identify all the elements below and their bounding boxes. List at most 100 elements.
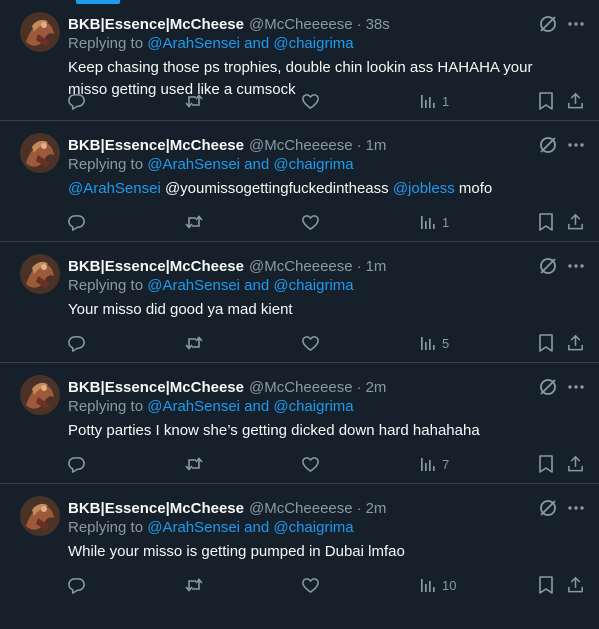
- user-handle[interactable]: @McCheeeese: [249, 500, 353, 517]
- reply-icon[interactable]: [67, 454, 86, 474]
- mention-link[interactable]: @jobless: [393, 180, 455, 197]
- tweet-text-segment: @youmissogettingfuckedintheass: [160, 180, 393, 197]
- views-button[interactable]: 10: [420, 575, 456, 595]
- share-icon[interactable]: [566, 91, 585, 111]
- tweet-header: BKB|Essence|McCheese @McCheeeese · 2m: [68, 497, 519, 519]
- tweet-header: BKB|Essence|McCheese @McCheeeese · 38s: [68, 13, 519, 35]
- like-icon[interactable]: [301, 91, 320, 111]
- tweet-header: BKB|Essence|McCheese @McCheeeese · 1m: [68, 134, 519, 156]
- views-icon: [420, 213, 436, 231]
- separator: ·: [356, 378, 362, 396]
- avatar[interactable]: [20, 12, 60, 52]
- reply-icon[interactable]: [67, 333, 86, 353]
- avatar[interactable]: [20, 496, 60, 536]
- replying-users-link[interactable]: @ArahSensei and @chaigrima: [147, 519, 353, 536]
- replying-prefix: Replying to: [68, 277, 144, 294]
- more-options-icon[interactable]: [566, 256, 586, 276]
- reply-tweet[interactable]: BKB|Essence|McCheese @McCheeeese · 38s Reply…: [0, 0, 599, 121]
- views-count: 5: [442, 335, 450, 351]
- views-icon: [420, 334, 436, 352]
- share-icon[interactable]: [566, 212, 585, 232]
- replying-to: Replying to @ArahSensei and @chaigrima: [68, 398, 354, 415]
- tweet-text-segment: Potty parties I know she’s getting dicke…: [68, 422, 480, 439]
- bookmark-icon[interactable]: [537, 454, 555, 474]
- not-interested-icon[interactable]: [538, 256, 558, 276]
- views-button[interactable]: 7: [420, 454, 449, 474]
- not-interested-icon[interactable]: [538, 377, 558, 397]
- display-name[interactable]: BKB|Essence|McCheese: [68, 16, 244, 33]
- mention-link[interactable]: @ArahSensei: [68, 180, 161, 197]
- reply-tweet[interactable]: BKB|Essence|McCheese @McCheeeese · 1m Replyi…: [0, 121, 599, 242]
- views-button[interactable]: 5: [420, 333, 449, 353]
- views-icon: [420, 92, 436, 110]
- display-name[interactable]: BKB|Essence|McCheese: [68, 258, 244, 275]
- views-count: 10: [442, 577, 457, 593]
- views-count: 7: [442, 456, 450, 472]
- tweet-text: @ArahSensei @youmissogettingfuckedinthea…: [68, 178, 568, 200]
- more-options-icon[interactable]: [566, 498, 586, 518]
- views-icon: [420, 455, 436, 473]
- like-icon[interactable]: [301, 575, 320, 595]
- timestamp[interactable]: 2m: [366, 500, 387, 517]
- more-options-icon[interactable]: [566, 14, 586, 34]
- more-options-icon[interactable]: [566, 135, 586, 155]
- bookmark-icon[interactable]: [537, 575, 555, 595]
- replying-users-link[interactable]: @ArahSensei and @chaigrima: [147, 277, 353, 294]
- retweet-icon[interactable]: [184, 333, 204, 353]
- replying-prefix: Replying to: [68, 156, 144, 173]
- replying-users-link[interactable]: @ArahSensei and @chaigrima: [147, 35, 353, 52]
- retweet-icon[interactable]: [184, 91, 204, 111]
- user-handle[interactable]: @McCheeeese: [249, 379, 353, 396]
- user-handle[interactable]: @McCheeeese: [249, 258, 353, 275]
- tweet-text: Potty parties I know she’s getting dicke…: [68, 420, 568, 442]
- avatar[interactable]: [20, 375, 60, 415]
- bookmark-icon[interactable]: [537, 212, 555, 232]
- retweet-icon[interactable]: [184, 212, 204, 232]
- replying-users-link[interactable]: @ArahSensei and @chaigrima: [147, 156, 353, 173]
- replying-to: Replying to @ArahSensei and @chaigrima: [68, 277, 354, 294]
- not-interested-icon[interactable]: [538, 14, 558, 34]
- share-icon[interactable]: [566, 575, 585, 595]
- more-options-icon[interactable]: [566, 377, 586, 397]
- views-icon: [420, 576, 436, 594]
- tweet-text-segment: Your misso did good ya mad kient: [68, 301, 293, 318]
- reply-tweet[interactable]: BKB|Essence|McCheese @McCheeeese · 2m Replyi…: [0, 484, 599, 605]
- reply-icon[interactable]: [67, 212, 86, 232]
- avatar[interactable]: [20, 254, 60, 294]
- share-icon[interactable]: [566, 454, 585, 474]
- timestamp[interactable]: 1m: [366, 258, 387, 275]
- share-icon[interactable]: [566, 333, 585, 353]
- reply-icon[interactable]: [67, 575, 86, 595]
- replying-prefix: Replying to: [68, 398, 144, 415]
- reply-tweet[interactable]: BKB|Essence|McCheese @McCheeeese · 2m Replyi…: [0, 363, 599, 484]
- reply-icon[interactable]: [67, 91, 86, 111]
- not-interested-icon[interactable]: [538, 135, 558, 155]
- display-name[interactable]: BKB|Essence|McCheese: [68, 500, 244, 517]
- reply-feed: BKB|Essence|McCheese @McCheeeese · 38s Reply…: [0, 0, 599, 605]
- replying-prefix: Replying to: [68, 519, 144, 536]
- bookmark-icon[interactable]: [537, 333, 555, 353]
- user-handle[interactable]: @McCheeeese: [249, 137, 353, 154]
- tweet-header: BKB|Essence|McCheese @McCheeeese · 1m: [68, 255, 519, 277]
- views-button[interactable]: 1: [420, 91, 449, 111]
- bookmark-icon[interactable]: [537, 91, 555, 111]
- like-icon[interactable]: [301, 333, 320, 353]
- not-interested-icon[interactable]: [538, 498, 558, 518]
- like-icon[interactable]: [301, 212, 320, 232]
- tweet-text-segment: While your misso is getting pumped in Du…: [68, 543, 405, 560]
- views-button[interactable]: 1: [420, 212, 449, 232]
- tweet-text: While your misso is getting pumped in Du…: [68, 541, 568, 563]
- retweet-icon[interactable]: [184, 454, 204, 474]
- timestamp[interactable]: 2m: [366, 379, 387, 396]
- user-handle[interactable]: @McCheeeese: [249, 16, 353, 33]
- avatar[interactable]: [20, 133, 60, 173]
- timestamp[interactable]: 38s: [366, 16, 390, 33]
- replying-users-link[interactable]: @ArahSensei and @chaigrima: [147, 398, 353, 415]
- timestamp[interactable]: 1m: [366, 137, 387, 154]
- display-name[interactable]: BKB|Essence|McCheese: [68, 379, 244, 396]
- tweet-text-segment: mofo: [454, 180, 493, 197]
- display-name[interactable]: BKB|Essence|McCheese: [68, 137, 244, 154]
- like-icon[interactable]: [301, 454, 320, 474]
- reply-tweet[interactable]: BKB|Essence|McCheese @McCheeeese · 1m Replyi…: [0, 242, 599, 363]
- retweet-icon[interactable]: [184, 575, 204, 595]
